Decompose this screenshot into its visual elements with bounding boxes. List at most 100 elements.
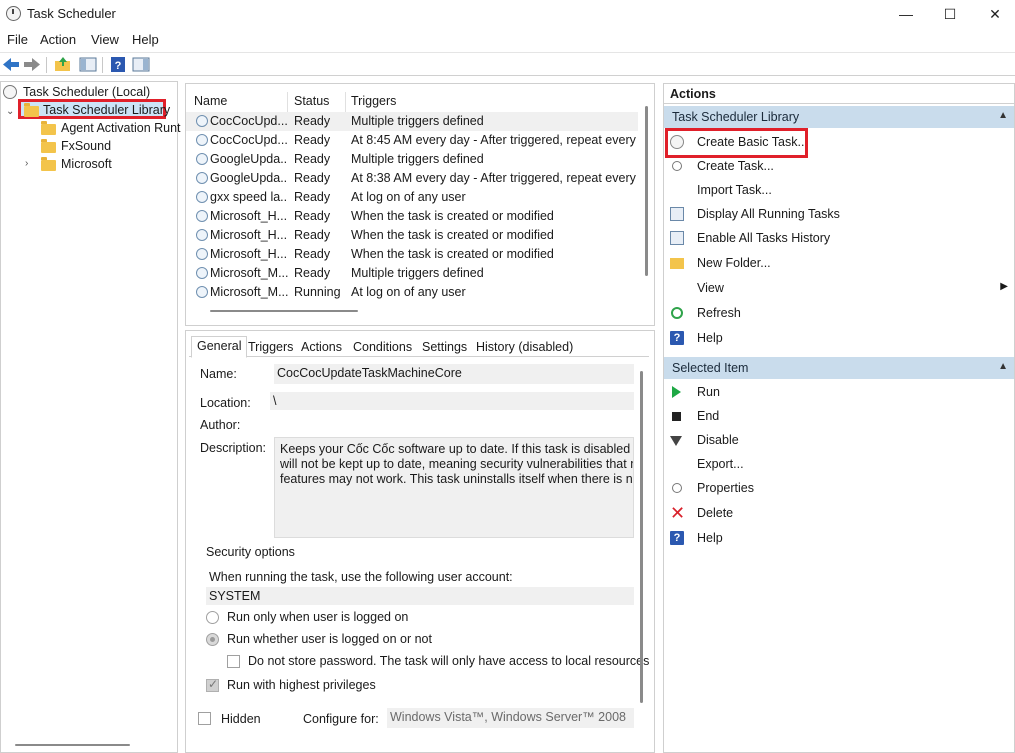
radio-logged-on[interactable] — [206, 611, 219, 624]
checkbox-hidden[interactable] — [198, 712, 211, 725]
tab-history[interactable]: History (disabled) — [471, 338, 578, 357]
action-run[interactable]: Run — [664, 381, 1014, 403]
column-header-triggers[interactable]: Triggers — [351, 94, 396, 108]
radio-whether-logged-on[interactable] — [206, 633, 219, 646]
action-create-task[interactable]: Create Task... — [664, 155, 1014, 177]
action-end[interactable]: End — [664, 405, 1014, 427]
column-header-name[interactable]: Name — [194, 94, 227, 108]
action-refresh[interactable]: Refresh — [664, 302, 1014, 324]
checkbox-highest-privileges[interactable] — [206, 677, 219, 692]
folder-icon — [41, 121, 56, 135]
vertical-scrollbar[interactable] — [645, 106, 648, 276]
action-label: Disable — [697, 433, 739, 447]
clock-icon — [3, 85, 17, 99]
action-delete[interactable]: ✕ Delete — [664, 502, 1014, 524]
minimize-button[interactable]: — — [883, 0, 929, 28]
section-selected-item[interactable]: Selected Item ▲ — [664, 357, 1014, 379]
column-divider[interactable] — [345, 92, 346, 114]
help-icon: ? — [670, 531, 684, 545]
action-label: Create Task... — [697, 159, 774, 173]
forward-arrow-icon[interactable] — [23, 56, 41, 73]
task-row[interactable]: GoogleUpda... Ready Multiple triggers defi… — [186, 150, 638, 169]
folder-icon — [41, 157, 56, 171]
action-enable-history[interactable]: Enable All Tasks History — [664, 227, 1014, 249]
action-label: Display All Running Tasks — [697, 207, 840, 221]
collapse-caret-icon[interactable]: ▲ — [998, 110, 1008, 121]
run-icon — [672, 386, 681, 398]
horizontal-scrollbar[interactable] — [15, 744, 130, 746]
action-help-selected[interactable]: ? Help — [664, 527, 1014, 549]
tab-conditions[interactable]: Conditions — [348, 338, 417, 357]
task-status: Ready — [294, 171, 331, 185]
window-title: Task Scheduler — [27, 6, 116, 21]
action-display-running-tasks[interactable]: Display All Running Tasks — [664, 203, 1014, 225]
task-row[interactable]: gxx speed la... Ready At log on of any use… — [186, 188, 638, 207]
vertical-scrollbar[interactable] — [640, 371, 643, 703]
menu-view[interactable]: View — [91, 32, 119, 47]
description-field[interactable]: Keeps your Cốc Cốc software up to date. … — [274, 437, 634, 538]
tree-item-label: Agent Activation Runt — [61, 121, 181, 135]
menu-action[interactable]: Action — [40, 32, 76, 47]
tree-item-microsoft[interactable]: Microsoft — [39, 155, 177, 173]
action-label: Refresh — [697, 306, 741, 320]
task-name: GoogleUpda... — [210, 171, 288, 185]
action-import-task[interactable]: Import Task... — [664, 179, 1014, 201]
action-label: Export... — [697, 457, 744, 471]
close-button[interactable]: ✕ — [972, 0, 1015, 28]
tree-item-agent-activation[interactable]: Agent Activation Runt — [39, 119, 181, 137]
section-task-scheduler-library[interactable]: Task Scheduler Library ▲ — [664, 106, 1014, 128]
tab-triggers[interactable]: Triggers — [243, 338, 298, 357]
description-label: Description: — [200, 441, 266, 455]
show-hide-action-pane-icon[interactable] — [132, 56, 150, 73]
menu-help[interactable]: Help — [132, 32, 159, 47]
tree-item-library[interactable]: Task Scheduler Library — [21, 101, 171, 119]
menu-file[interactable]: File — [7, 32, 28, 47]
action-label: New Folder... — [697, 256, 771, 270]
horizontal-scrollbar[interactable] — [210, 310, 358, 312]
properties-icon — [672, 483, 682, 493]
task-status: Ready — [294, 247, 331, 261]
configure-for-dropdown[interactable]: Windows Vista™, Windows Server™ 2008 — [387, 708, 634, 728]
collapse-caret-icon[interactable]: ▲ — [998, 361, 1008, 372]
task-row[interactable]: Microsoft_H... Ready When the task is crea… — [186, 207, 638, 226]
chevron-down-icon[interactable]: ⌄ — [6, 106, 14, 117]
task-clock-icon — [196, 286, 208, 298]
task-row[interactable]: Microsoft_H... Ready When the task is crea… — [186, 226, 638, 245]
action-export[interactable]: Export... — [664, 453, 1014, 475]
action-properties[interactable]: Properties — [664, 477, 1014, 499]
tab-general[interactable]: General — [191, 336, 248, 358]
task-row[interactable]: Microsoft_M... Running At log on of any us… — [186, 283, 638, 302]
description-line: features may not work. This task uninsta… — [280, 472, 634, 486]
create-task-icon — [672, 161, 682, 171]
help-icon[interactable]: ? — [109, 56, 127, 73]
task-row[interactable]: GoogleUpda... Ready At 8:38 AM every day -… — [186, 169, 638, 188]
tree-item-label: Task Scheduler Library — [43, 103, 171, 117]
tab-actions[interactable]: Actions — [296, 338, 347, 357]
task-triggers: When the task is created or modified — [351, 228, 554, 242]
task-row[interactable]: CocCocUpd... Ready At 8:45 AM every day - … — [186, 131, 638, 150]
task-status: Ready — [294, 152, 331, 166]
action-view[interactable]: View ▶ — [664, 277, 1014, 299]
task-row[interactable]: Microsoft_M... Ready Multiple triggers def… — [186, 264, 638, 283]
location-field[interactable]: \ — [270, 392, 634, 410]
name-field[interactable]: CocCocUpdateTaskMachineCore — [274, 364, 634, 384]
chevron-right-icon[interactable]: › — [25, 158, 28, 169]
column-header-status[interactable]: Status — [294, 94, 329, 108]
show-hide-console-tree-icon[interactable] — [79, 56, 97, 73]
action-new-folder[interactable]: New Folder... — [664, 252, 1014, 274]
up-folder-icon[interactable] — [54, 56, 72, 73]
tab-settings[interactable]: Settings — [417, 338, 472, 357]
task-row[interactable]: Microsoft_H... Ready When the task is crea… — [186, 245, 638, 264]
back-arrow-icon[interactable] — [2, 56, 20, 73]
action-help[interactable]: ? Help — [664, 327, 1014, 349]
tree-item-fxsound[interactable]: FxSound — [39, 137, 177, 155]
maximize-button[interactable]: ☐ — [927, 0, 973, 28]
tree-item-label: Task Scheduler (Local) — [23, 85, 151, 99]
task-row[interactable]: CocCocUpd... Ready Multiple triggers defin… — [186, 112, 638, 131]
column-divider[interactable] — [287, 92, 288, 114]
delete-icon: ✕ — [670, 503, 686, 523]
checkbox-do-not-store-password[interactable] — [227, 655, 240, 668]
action-disable[interactable]: Disable — [664, 429, 1014, 451]
checkbox-highest-privileges-label: Run with highest privileges — [227, 678, 376, 692]
folder-icon — [41, 139, 56, 153]
